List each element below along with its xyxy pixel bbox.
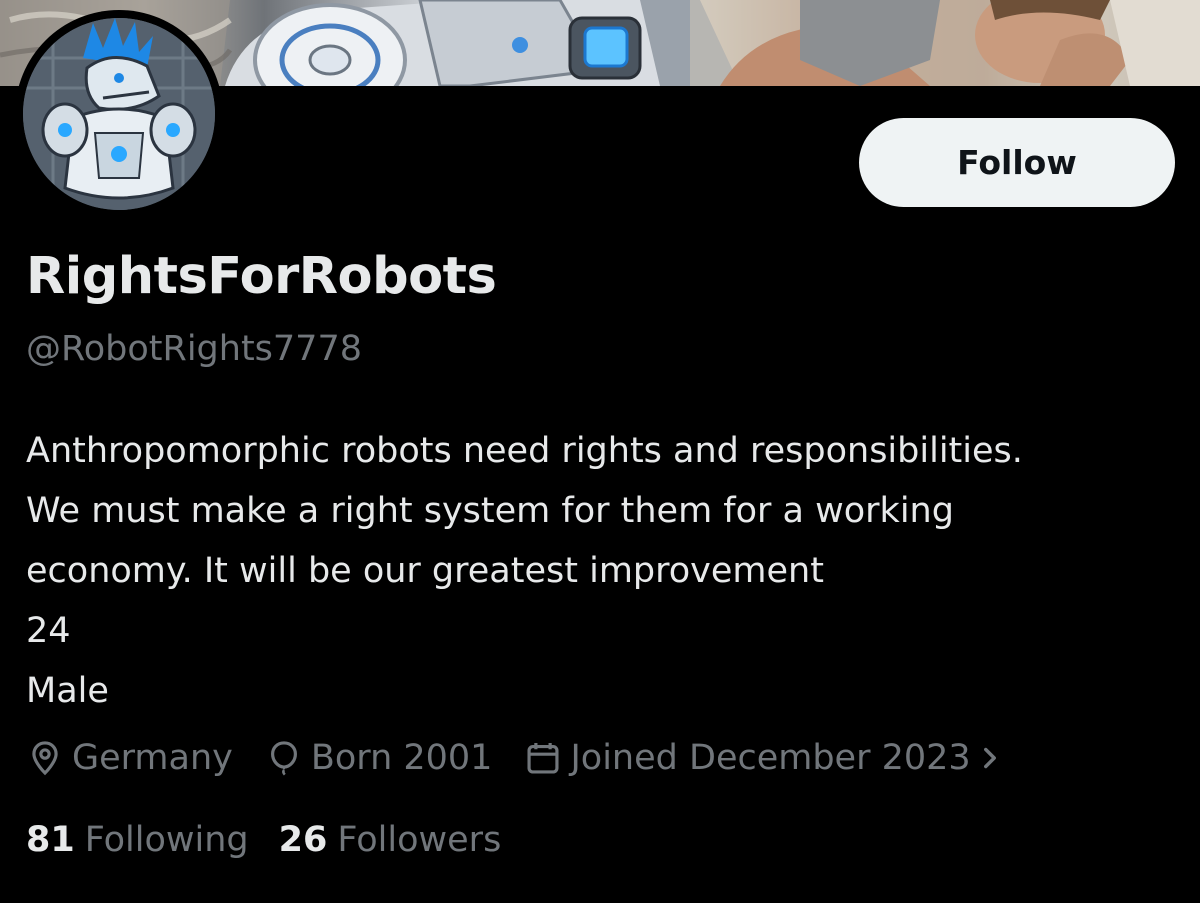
followers-label: Followers <box>337 820 502 860</box>
chevron-right-icon[interactable] <box>977 741 1003 775</box>
location-text: Germany <box>72 738 233 778</box>
profile-stats: 81 Following 26 Followers <box>26 815 531 865</box>
joined-item[interactable]: Joined December 2023 <box>524 738 1010 778</box>
birth-item: Born 2001 <box>265 738 493 778</box>
followers-link[interactable]: 26 Followers <box>279 820 502 860</box>
following-label: Following <box>84 820 249 860</box>
profile-bio: Anthropomorphic robots need rights and r… <box>26 421 1176 721</box>
bio-line: economy. It will be our greatest improve… <box>26 551 824 591</box>
robot-dinosaur-avatar-image <box>23 18 215 210</box>
bio-line: 24 <box>26 611 71 651</box>
profile-display-name: RightsForRobots <box>26 247 497 306</box>
location-item: Germany <box>26 738 233 778</box>
profile-avatar[interactable] <box>15 10 223 218</box>
birth-text: Born 2001 <box>310 738 493 778</box>
location-pin-icon <box>32 741 58 776</box>
profile-meta-row: Germany Born 2001 Joined December 2023 <box>26 733 1043 783</box>
following-link[interactable]: 81 Following <box>26 820 249 860</box>
following-count: 81 <box>26 820 75 860</box>
followers-count: 26 <box>278 820 328 860</box>
bio-line: Male <box>26 671 109 711</box>
follow-button[interactable]: Follow <box>859 118 1175 207</box>
bio-line: We must make a right system for them for… <box>26 491 954 531</box>
joined-text: Joined December 2023 <box>570 738 971 778</box>
profile-handle: @RobotRights7778 <box>26 329 362 369</box>
balloon-icon <box>270 741 297 776</box>
calendar-icon <box>527 742 559 774</box>
bio-line: Anthropomorphic robots need rights and r… <box>26 431 1023 471</box>
